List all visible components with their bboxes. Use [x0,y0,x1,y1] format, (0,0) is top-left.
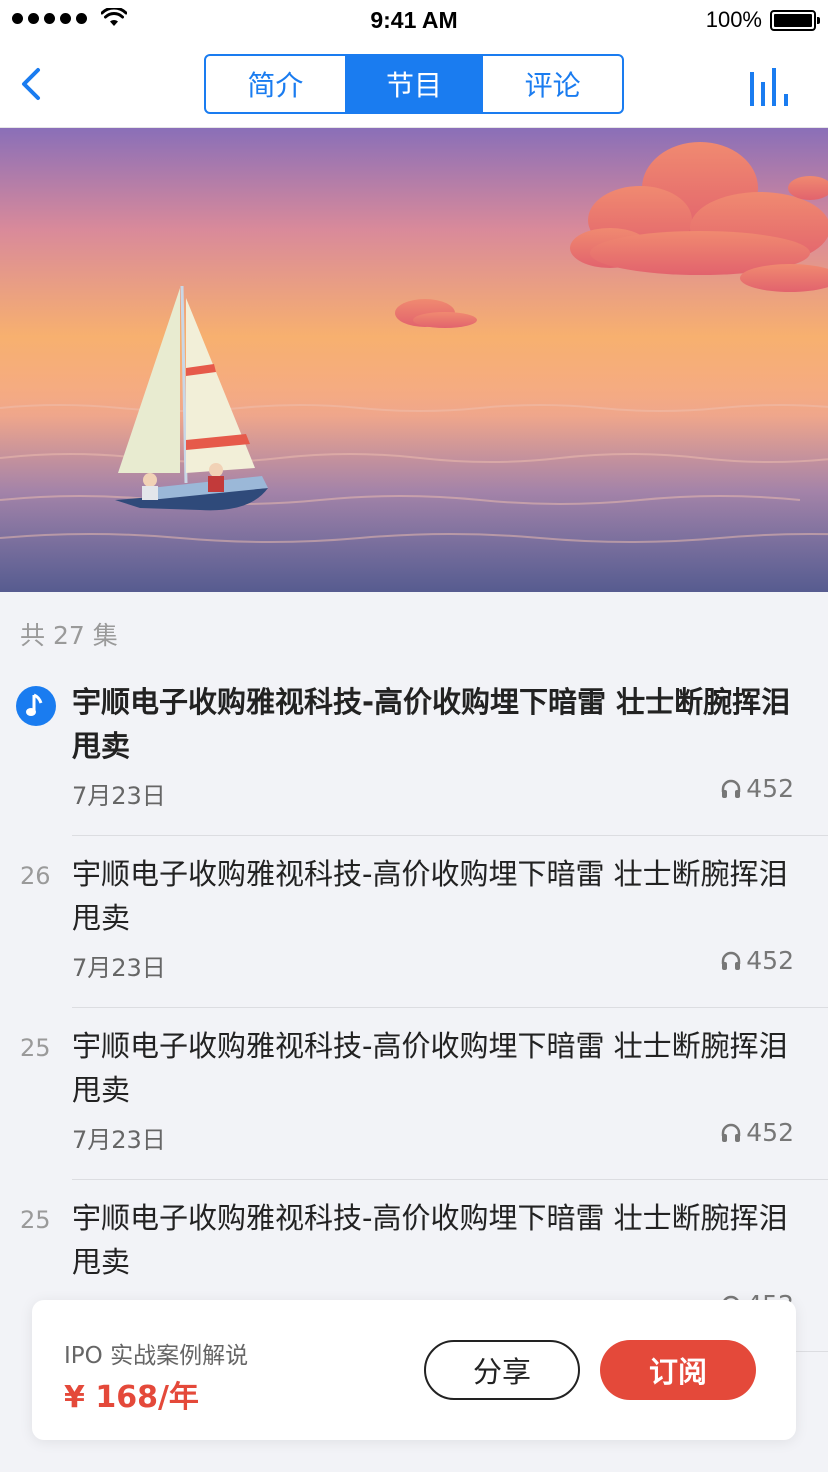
tab-intro[interactable]: 简介 [206,56,345,112]
play-count: 452 [720,1118,794,1147]
headphones-icon [722,1123,741,1142]
episode-title: 宇顺电子收购雅视科技-高价收购埋下暗雷 壮士断腕挥泪甩卖 [72,1029,788,1107]
episode-title: 宇顺电子收购雅视科技-高价收购埋下暗雷 壮士断腕挥泪甩卖 [72,1201,788,1279]
play-count-value: 452 [746,1118,794,1147]
back-button[interactable] [14,62,54,106]
subscribe-button[interactable]: 订阅 [600,1340,756,1400]
play-count-value: 452 [746,946,794,975]
chevron-left-icon [22,68,40,100]
play-count-value: 452 [746,774,794,803]
nav-bar: 简介 节目 评论 [0,40,828,128]
status-bar: 9:41 AM 100% [0,0,828,40]
share-button[interactable]: 分享 [424,1340,580,1400]
episode-row[interactable]: 宇顺电子收购雅视科技-高价收购埋下暗雷 壮士断腕挥泪甩卖 7月23日 452 [0,664,828,836]
episode-row[interactable]: 25 宇顺电子收购雅视科技-高价收购埋下暗雷 壮士断腕挥泪甩卖 7月23日 45… [0,1008,828,1180]
now-playing-indicator [16,686,56,726]
tab-comments[interactable]: 评论 [483,56,622,112]
stats-button[interactable] [748,68,792,108]
headphones-icon [722,951,741,970]
music-note-icon [26,693,43,716]
status-right: 100% [705,7,820,33]
episode-date: 7月23日 [72,954,166,982]
battery-percent: 100% [705,7,762,32]
episode-title: 宇顺电子收购雅视科技-高价收购埋下暗雷 壮士断腕挥泪甩卖 [72,857,788,935]
episode-number: 25 [20,1206,51,1234]
play-count: 452 [720,946,794,975]
segmented-tabs: 简介 节目 评论 [204,54,624,114]
cover-illustration [0,128,828,592]
status-time: 9:41 AM [370,7,458,33]
tab-episodes[interactable]: 节目 [344,56,484,112]
episode-date: 7月23日 [72,782,166,810]
episode-number: 25 [20,1034,51,1062]
episode-title: 宇顺电子收购雅视科技-高价收购埋下暗雷 壮士断腕挥泪甩卖 [72,685,791,763]
bar-chart-icon [750,68,788,106]
course-title: IPO 实战案例解说 [64,1343,249,1369]
episode-date: 7月23日 [72,1126,166,1154]
course-price: ¥ 168/年 [64,1380,199,1415]
episode-count: 共 27 集 [20,621,118,650]
subscribe-card: IPO 实战案例解说 ¥ 168/年 分享 订阅 [32,1300,796,1440]
episode-number: 26 [20,862,51,890]
headphones-icon [722,779,741,798]
battery-icon [770,9,820,31]
sailboat-illustration [0,128,828,592]
episode-row[interactable]: 26 宇顺电子收购雅视科技-高价收购埋下暗雷 壮士断腕挥泪甩卖 7月23日 45… [0,836,828,1008]
play-count: 452 [720,774,794,803]
